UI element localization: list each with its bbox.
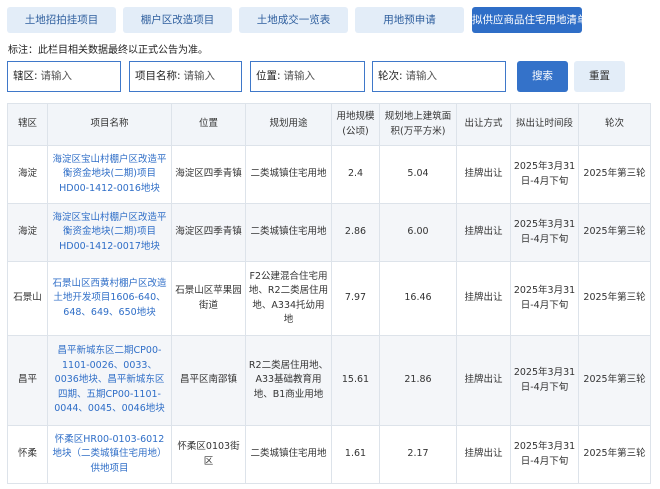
- column-header-land-area: 用地规模(公顷): [331, 103, 380, 146]
- cell-planned-use: 二类城镇住宅用地: [245, 145, 332, 204]
- cell-land-area: 1.61: [331, 425, 380, 484]
- land-list-table-container: 辖区 项目名称 位置 规划用途 用地规模(公顷) 规划地上建筑面积(万平方米) …: [7, 103, 651, 484]
- cell-transfer-period: 2025年3月31日-4月下旬: [510, 203, 579, 262]
- table-header-row: 辖区 项目名称 位置 规划用途 用地规模(公顷) 规划地上建筑面积(万平方米) …: [7, 103, 651, 146]
- cell-round: 2025年第三轮: [578, 425, 651, 484]
- cell-transfer-period: 2025年3月31日-4月下旬: [510, 261, 579, 336]
- disclaimer-note: 标注：此栏目相关数据最终以正式公告为准。: [8, 45, 208, 56]
- project-name-filter-placeholder: 请输入: [183, 70, 216, 82]
- tab-residential-land-supply-list[interactable]: 拟供应商品住宅用地清单: [472, 7, 588, 33]
- cell-land-area: 15.61: [331, 335, 380, 426]
- cell-transfer-method: 挂牌出让: [456, 425, 511, 484]
- cell-district: 海淀: [7, 145, 48, 204]
- column-header-building-area: 规划地上建筑面积(万平方米): [379, 103, 457, 146]
- search-button[interactable]: 搜索: [517, 61, 568, 92]
- cell-building-area: 21.86: [379, 335, 457, 426]
- tab-land-pre-application[interactable]: 用地预申请: [355, 7, 464, 33]
- table-row: 怀柔 怀柔区HR00-0103-6012地块（二类城镇住宅用地）供地项目 怀柔区…: [7, 425, 651, 484]
- cell-district: 怀柔: [7, 425, 48, 484]
- column-header-planned-use: 规划用途: [245, 103, 332, 146]
- cell-land-area: 2.4: [331, 145, 380, 204]
- project-name-link[interactable]: 石景山区西黄村棚户区改造土地开发项目1606-640、648、649、650地块: [47, 261, 172, 336]
- cell-transfer-method: 挂牌出让: [456, 203, 511, 262]
- project-name-link[interactable]: 海淀区宝山村棚户区改造平衡资金地块(二期)项目HD00-1412-0017地块: [47, 203, 172, 262]
- column-header-project-name: 项目名称: [47, 103, 172, 146]
- cell-building-area: 6.00: [379, 203, 457, 262]
- district-filter-field[interactable]: 辖区: 请输入: [7, 61, 121, 92]
- project-name-filter-label: 项目名称:: [135, 70, 181, 82]
- category-tabs: 土地招拍挂项目 棚户区改造项目 土地成交一览表 用地预申请 拟供应商品住宅用地清…: [7, 7, 660, 33]
- tab-shantytown-projects[interactable]: 棚户区改造项目: [123, 7, 232, 33]
- column-header-transfer-period: 拟出让时间段: [510, 103, 579, 146]
- location-filter-field[interactable]: 位置: 请输入: [250, 61, 365, 92]
- cell-location: 海淀区四季青镇: [171, 203, 246, 262]
- tab-land-auction-projects[interactable]: 土地招拍挂项目: [7, 7, 116, 33]
- cell-land-area: 7.97: [331, 261, 380, 336]
- table-row: 海淀 海淀区宝山村棚户区改造平衡资金地块(二期)项目HD00-1412-0016…: [7, 145, 651, 204]
- cell-transfer-method: 挂牌出让: [456, 261, 511, 336]
- cell-round: 2025年第三轮: [578, 261, 651, 336]
- round-filter-field[interactable]: 轮次: 请输入: [372, 61, 506, 92]
- cell-transfer-period: 2025年3月31日-4月下旬: [510, 335, 579, 426]
- project-name-link[interactable]: 昌平新城东区二期CP00-1101-0026、0033、0036地块、昌平新城东…: [47, 335, 172, 426]
- cell-location: 怀柔区0103街区: [171, 425, 246, 484]
- cell-district: 石景山: [7, 261, 48, 336]
- cell-transfer-method: 挂牌出让: [456, 145, 511, 204]
- column-header-location: 位置: [171, 103, 246, 146]
- district-filter-placeholder: 请输入: [40, 70, 73, 82]
- project-name-filter-field[interactable]: 项目名称: 请输入: [129, 61, 242, 92]
- project-name-link[interactable]: 怀柔区HR00-0103-6012地块（二类城镇住宅用地）供地项目: [47, 425, 172, 484]
- column-header-transfer-method: 出让方式: [456, 103, 511, 146]
- table-row: 海淀 海淀区宝山村棚户区改造平衡资金地块(二期)项目HD00-1412-0017…: [7, 203, 651, 262]
- project-name-link[interactable]: 海淀区宝山村棚户区改造平衡资金地块(二期)项目HD00-1412-0016地块: [47, 145, 172, 204]
- filter-bar: 辖区: 请输入 项目名称: 请输入 位置: 请输入 轮次: 请输入 搜索 重置: [0, 61, 660, 93]
- cell-planned-use: 二类城镇住宅用地: [245, 425, 332, 484]
- cell-building-area: 16.46: [379, 261, 457, 336]
- table-row: 昌平 昌平新城东区二期CP00-1101-0026、0033、0036地块、昌平…: [7, 335, 651, 426]
- cell-building-area: 2.17: [379, 425, 457, 484]
- reset-button[interactable]: 重置: [574, 61, 625, 92]
- table-row: 石景山 石景山区西黄村棚户区改造土地开发项目1606-640、648、649、6…: [7, 261, 651, 336]
- cell-round: 2025年第三轮: [578, 335, 651, 426]
- cell-building-area: 5.04: [379, 145, 457, 204]
- cell-location: 石景山区苹果园街道: [171, 261, 246, 336]
- land-list-table: 辖区 项目名称 位置 规划用途 用地规模(公顷) 规划地上建筑面积(万平方米) …: [7, 103, 651, 484]
- cell-planned-use: 二类城镇住宅用地: [245, 203, 332, 262]
- cell-transfer-period: 2025年3月31日-4月下旬: [510, 145, 579, 204]
- cell-location: 昌平区南邵镇: [171, 335, 246, 426]
- cell-transfer-period: 2025年3月31日-4月下旬: [510, 425, 579, 484]
- column-header-round: 轮次: [578, 103, 651, 146]
- round-filter-placeholder: 请输入: [405, 70, 438, 82]
- district-filter-label: 辖区:: [13, 70, 38, 82]
- cell-district: 昌平: [7, 335, 48, 426]
- cell-district: 海淀: [7, 203, 48, 262]
- cell-planned-use: F2公建混合住宅用地、R2二类居住用地、A334托幼用地: [245, 261, 332, 336]
- column-header-district: 辖区: [7, 103, 48, 146]
- cell-round: 2025年第三轮: [578, 145, 651, 204]
- cell-transfer-method: 挂牌出让: [456, 335, 511, 426]
- tab-land-transactions[interactable]: 土地成交一览表: [239, 7, 348, 33]
- cell-location: 海淀区四季青镇: [171, 145, 246, 204]
- cell-round: 2025年第三轮: [578, 203, 651, 262]
- location-filter-placeholder: 请输入: [283, 70, 316, 82]
- cell-land-area: 2.86: [331, 203, 380, 262]
- location-filter-label: 位置:: [256, 70, 281, 82]
- cell-planned-use: R2二类居住用地、A33基础教育用地、B1商业用地: [245, 335, 332, 426]
- round-filter-label: 轮次:: [378, 70, 403, 82]
